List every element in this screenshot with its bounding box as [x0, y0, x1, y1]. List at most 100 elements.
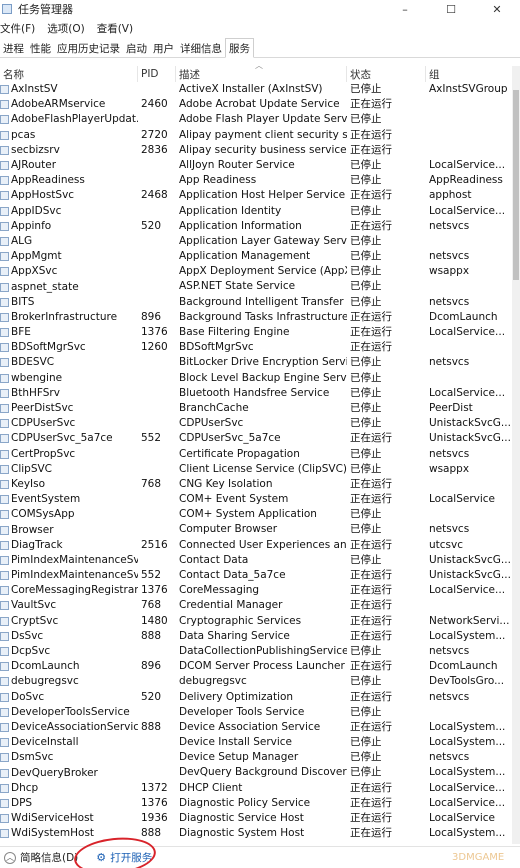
open-services-link[interactable]: ⚙ 打开服务	[72, 833, 158, 868]
table-row[interactable]: CDPUserSvc CDPUserSvc 已停止 UnistackSvcG...	[0, 416, 512, 431]
service-name-text: WdiSystemHost	[11, 827, 95, 840]
table-row[interactable]: CryptSvc 1480 Cryptographic Services 正在运行 Ne…	[0, 614, 512, 629]
service-icon	[0, 586, 9, 596]
table-row[interactable]: BrokerInfrastructure 896 Background Tasks …	[0, 310, 512, 325]
service-name-text: EventSystem	[11, 493, 81, 506]
table-row[interactable]: DoSvc 520 Delivery Optimization 正在运行 netsvcs	[0, 690, 512, 705]
menu-view[interactable]: 查看(V)	[97, 21, 133, 36]
service-name: BDSoftMgrSvc	[0, 340, 138, 355]
table-row[interactable]: AdobeFlashPlayerUpdat... Adobe Flash Play…	[0, 112, 512, 127]
service-name-text: DiagTrack	[11, 538, 63, 551]
table-row[interactable]: WdiServiceHost 1936 Diagnostic Service Hos…	[0, 811, 512, 826]
table-row[interactable]: AJRouter AllJoyn Router Service 已停止 LocalSe…	[0, 158, 512, 173]
service-name-text: pcas	[11, 128, 36, 141]
service-name: secbizsrv	[0, 143, 138, 158]
service-pid	[138, 553, 176, 568]
column-header-group[interactable]: 组	[426, 66, 512, 82]
table-row[interactable]: ALG Application Layer Gateway Service 已停止	[0, 234, 512, 249]
table-row[interactable]: BDESVC BitLocker Drive Encryption Service…	[0, 355, 512, 370]
collapse-icon[interactable]: ︿	[4, 851, 16, 864]
table-row[interactable]: AppReadiness App Readiness 已停止 AppReadiness	[0, 173, 512, 188]
table-row[interactable]: VaultSvc 768 Credential Manager 正在运行	[0, 598, 512, 613]
table-row[interactable]: PimIndexMaintenanceSv... 552 Contact Data_…	[0, 568, 512, 583]
table-row[interactable]: secbizsrv 2836 Alipay security business se…	[0, 143, 512, 158]
table-row[interactable]: CDPUserSvc_5a7ce 552 CDPUserSvc_5a7ce 正在运行 U…	[0, 431, 512, 446]
close-button[interactable]: ✕	[474, 0, 520, 18]
service-icon	[0, 191, 9, 201]
table-row[interactable]: CertPropSvc Certificate Propagation 已停止 net…	[0, 447, 512, 462]
tab-users[interactable]: 用户	[150, 39, 177, 57]
service-group: DcomLaunch	[429, 310, 498, 323]
table-row[interactable]: AxInstSV ActiveX Installer (AxInstSV) 已停止 A…	[0, 82, 512, 97]
table-row[interactable]: AdobeARMservice 2460 Adobe Acrobat Update …	[0, 97, 512, 112]
table-row[interactable]: wbengine Block Level Backup Engine Servic…	[0, 371, 512, 386]
table-row[interactable]: PeerDistSvc BranchCache 已停止 PeerDist	[0, 401, 512, 416]
table-row[interactable]: AppHostSvc 2468 Application Host Helper Se…	[0, 188, 512, 203]
table-row[interactable]: DeviceAssociationService 888 Device Associ…	[0, 720, 512, 735]
table-row[interactable]: DeveloperToolsService Developer Tools Ser…	[0, 705, 512, 720]
service-description: Application Identity	[179, 204, 282, 217]
service-status: 正在运行	[350, 629, 392, 642]
column-header-status[interactable]: 状态	[347, 66, 426, 82]
table-row[interactable]: BFE 1376 Base Filtering Engine 正在运行 LocalSer…	[0, 325, 512, 340]
table-row[interactable]: CoreMessagingRegistrar 1376 CoreMessaging 正…	[0, 583, 512, 598]
table-row[interactable]: DcpSvc DataCollectionPublishingService 已停止…	[0, 644, 512, 659]
service-group: LocalService	[429, 812, 496, 824]
table-row[interactable]: aspnet_state ASP.NET State Service 已停止	[0, 279, 512, 294]
column-header-pid[interactable]: PID	[138, 66, 176, 82]
table-row[interactable]: DPS 1376 Diagnostic Policy Service 正在运行 Loca…	[0, 796, 512, 811]
table-row[interactable]: AppXSvc AppX Deployment Service (AppX... 已…	[0, 264, 512, 279]
vertical-scrollbar[interactable]	[512, 66, 520, 844]
service-description: Device Install Service	[179, 736, 292, 749]
table-row[interactable]: BITS Background Intelligent Transfer S...…	[0, 295, 512, 310]
table-row[interactable]: Appinfo 520 Application Information 正在运行 net…	[0, 219, 512, 234]
column-header-name[interactable]: 名称	[0, 66, 138, 82]
service-group: LocalService...	[429, 158, 506, 171]
table-row[interactable]: PimIndexMaintenanceSvc Contact Data 已停止 Uni…	[0, 553, 512, 568]
table-row[interactable]: DeviceInstall Device Install Service 已停止 Lo…	[0, 735, 512, 750]
fewer-details-link[interactable]: 简略信息(D)	[20, 850, 78, 865]
table-row[interactable]: Dhcp 1372 DHCP Client 正在运行 LocalService...	[0, 781, 512, 796]
tab-app-history[interactable]: 应用历史记录	[54, 39, 123, 57]
service-group: DcomLaunch	[429, 660, 498, 673]
menu-file[interactable]: 文件(F)	[0, 21, 35, 36]
service-name-text: DeveloperToolsService	[11, 705, 130, 718]
maximize-button[interactable]: ☐	[428, 0, 474, 18]
service-status: 已停止	[350, 234, 382, 247]
service-description: AppX Deployment Service (AppX...	[179, 265, 347, 278]
service-pid	[138, 401, 176, 416]
table-row[interactable]: ClipSVC Client License Service (ClipSVC) 已…	[0, 462, 512, 477]
table-row[interactable]: KeyIso 768 CNG Key Isolation 正在运行	[0, 477, 512, 492]
table-row[interactable]: pcas 2720 Alipay payment client security s…	[0, 128, 512, 143]
tab-services[interactable]: 服务	[225, 38, 254, 58]
table-row[interactable]: DsmSvc Device Setup Manager 已停止 netsvcs	[0, 750, 512, 765]
table-row[interactable]: AppIDSvc Application Identity 已停止 LocalServ…	[0, 204, 512, 219]
menu-options[interactable]: 选项(O)	[47, 21, 84, 36]
table-row[interactable]: DevQueryBroker DevQuery Background Discov…	[0, 765, 512, 780]
table-row[interactable]: Browser Computer Browser 已停止 netsvcs	[0, 522, 512, 537]
table-row[interactable]: DiagTrack 2516 Connected User Experiences …	[0, 538, 512, 553]
table-row[interactable]: BDSoftMgrSvc 1260 BDSoftMgrSvc 正在运行	[0, 340, 512, 355]
table-row[interactable]: COMSysApp COM+ System Application 已停止	[0, 507, 512, 522]
tab-startup[interactable]: 启动	[123, 39, 150, 57]
window-title: 任务管理器	[18, 3, 73, 16]
service-group: wsappx	[429, 462, 470, 475]
tab-processes[interactable]: 进程	[0, 39, 27, 57]
table-row[interactable]: EventSystem COM+ Event System 正在运行 LocalSer…	[0, 492, 512, 507]
service-group	[426, 128, 512, 143]
tab-performance[interactable]: 性能	[27, 39, 54, 57]
service-pid	[138, 204, 176, 219]
table-row[interactable]: DsSvc 888 Data Sharing Service 正在运行 LocalSys…	[0, 629, 512, 644]
service-status: 正在运行	[350, 796, 392, 809]
table-row[interactable]: debugregsvc debugregsvc 已停止 DevToolsGro...	[0, 674, 512, 689]
scrollbar-thumb[interactable]	[513, 90, 519, 280]
table-row[interactable]: DcomLaunch 896 DCOM Server Process Launche…	[0, 659, 512, 674]
service-pid	[138, 371, 176, 386]
table-row[interactable]: WdiSystemHost 888 Diagnostic System Host 正在…	[0, 826, 512, 841]
table-row[interactable]: BthHFSrv Bluetooth Handsfree Service 已停止 Lo…	[0, 386, 512, 401]
service-pid	[138, 249, 176, 264]
minimize-button[interactable]: –	[382, 0, 428, 18]
table-row[interactable]: AppMgmt Application Management 已停止 netsvcs	[0, 249, 512, 264]
tab-details[interactable]: 详细信息	[177, 39, 225, 57]
column-header-description[interactable]: 描述	[176, 66, 347, 82]
